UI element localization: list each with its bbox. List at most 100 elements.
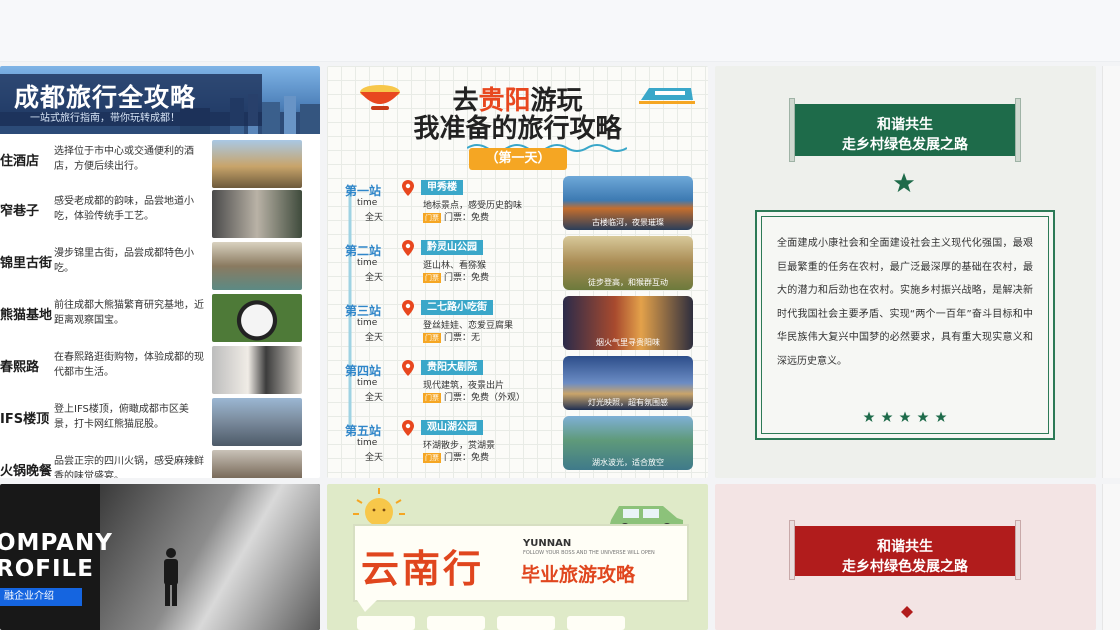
hero-banner: 成都旅行全攻略 一站式旅行指南，带你玩转成都！ bbox=[0, 66, 320, 134]
list-item: 住酒店 选择位于市中心或交通便利的酒店，方便后续出行。 bbox=[0, 140, 320, 196]
time-value: 全天 bbox=[365, 273, 384, 283]
shopping-street-photo bbox=[212, 346, 302, 394]
location-pin-icon bbox=[402, 360, 414, 376]
chip bbox=[357, 616, 415, 630]
page-title: 云南行 bbox=[361, 547, 485, 591]
time-label: time bbox=[357, 438, 378, 448]
english-title: YUNNAN bbox=[523, 538, 572, 549]
place-photo: 湖水波光，适合放空 bbox=[563, 416, 693, 470]
tagline: FOLLOW YOUR BOSS AND THE UNIVERSE WILL O… bbox=[523, 550, 655, 556]
speech-pointer bbox=[357, 600, 377, 612]
place-photo: 古楼临河，夜景璀璨 bbox=[563, 176, 693, 230]
time-label: time bbox=[357, 258, 378, 268]
item-name: 春熙路 bbox=[0, 360, 40, 375]
template-card-company-profile[interactable]: OMPANY ROFILE 融企业介绍 bbox=[0, 484, 320, 630]
time-value: 全天 bbox=[365, 393, 384, 403]
time-label: time bbox=[357, 378, 378, 388]
time-value: 全天 bbox=[365, 333, 384, 343]
template-card-chengdu[interactable]: 成都旅行全攻略 一站式旅行指南，带你玩转成都！ 住酒店 选择位于市中心或交通便利… bbox=[0, 66, 320, 478]
panda-photo bbox=[212, 294, 302, 342]
list-item: 锦里古街 漫步锦里古街，品尝成都特色小吃。 bbox=[0, 242, 320, 298]
template-card-yunnan[interactable]: 云南行 YUNNAN FOLLOW YOUR BOSS AND THE UNIV… bbox=[327, 484, 708, 630]
item-name: 锦里古街 bbox=[0, 256, 53, 271]
knot-icon bbox=[901, 606, 913, 618]
banner-title: 和谐共生 bbox=[877, 117, 933, 133]
sun-icon bbox=[353, 488, 405, 526]
headline-line1: OMPANY bbox=[0, 530, 113, 556]
photo-caption: 古楼临河，夜景璀璨 bbox=[592, 218, 664, 227]
title-banner: 和谐共生 走乡村绿色发展之路 bbox=[795, 104, 1015, 156]
item-name: 熊猫基地 bbox=[0, 308, 53, 323]
office-background-image bbox=[100, 484, 320, 630]
item-desc: 选择位于市中心或交通便利的酒店，方便后续出行。 bbox=[54, 146, 194, 172]
itinerary-stop: 第一站 time 全天 甲秀楼 地标景点，感受历史韵味 门票 门票：免费 古楼临河… bbox=[327, 176, 708, 242]
place-photo: 灯光映照，超有氛围感 bbox=[563, 356, 693, 410]
location-pin-icon bbox=[402, 300, 414, 316]
place-name: 观山湖公园 bbox=[421, 420, 483, 435]
chip bbox=[497, 616, 555, 630]
businessman-silhouette bbox=[164, 548, 178, 606]
place-name: 甲秀楼 bbox=[421, 180, 463, 195]
item-name: 窄巷子 bbox=[0, 204, 40, 219]
station-label: 第三站 bbox=[345, 304, 382, 318]
template-card-partial[interactable] bbox=[1102, 66, 1120, 478]
list-item: 火锅晚餐 品尝正宗的四川火锅，感受麻辣鲜香的味觉盛宴。 bbox=[0, 450, 320, 478]
list-item: IFS楼顶 登上IFS楼顶，俯瞰成都市区美景，打卡网红熊猫屁股。 bbox=[0, 398, 320, 454]
banner-title: 和谐共生 bbox=[877, 539, 933, 555]
itinerary-stop: 第四站 time 全天 贵阳大剧院 现代建筑，夜景出片 门票 门票：免费（外观） … bbox=[327, 356, 708, 422]
template-card-partial[interactable] bbox=[1102, 484, 1120, 630]
station-label: 第一站 bbox=[345, 184, 382, 198]
item-desc: 品尝正宗的四川火锅，感受麻辣鲜香的味觉盛宴。 bbox=[54, 456, 204, 478]
photo-caption: 灯光映照，超有氛围感 bbox=[588, 398, 668, 407]
chip bbox=[427, 616, 485, 630]
alley-photo bbox=[212, 190, 302, 238]
ifs-rooftop-photo bbox=[212, 398, 302, 446]
star-icon bbox=[863, 408, 875, 422]
scroll-rod-right bbox=[1015, 520, 1021, 580]
item-desc: 感受老成都的韵味，品尝地道小吃，体验传统手工艺。 bbox=[54, 196, 194, 222]
list-item: 春熙路 在春熙路逛街购物，体验成都的现代都市生活。 bbox=[0, 346, 320, 402]
item-desc: 登上IFS楼顶，俯瞰成都市区美景，打卡网红熊猫屁股。 bbox=[54, 404, 189, 430]
template-card-red-rural[interactable]: 和谐共生 走乡村绿色发展之路 bbox=[715, 484, 1096, 630]
item-name: IFS楼顶 bbox=[0, 412, 50, 427]
page-subtitle: 毕业旅游攻略 bbox=[521, 564, 636, 586]
body-text: 全面建成小康社会和全面建设社会主义现代化强国，最艰巨最繁重的任务在农村，最广泛最… bbox=[777, 238, 1033, 367]
fee-info: 门票 门票：免费 bbox=[423, 273, 490, 283]
location-pin-icon bbox=[402, 180, 414, 196]
subtitle-tag: 融企业介绍 bbox=[0, 588, 82, 606]
station-label: 第二站 bbox=[345, 244, 382, 258]
location-pin-icon bbox=[402, 420, 414, 436]
ancient-street-photo bbox=[212, 242, 302, 290]
place-name: 二七路小吃街 bbox=[421, 300, 493, 315]
place-photo: 烟火气里寻贵阳味 bbox=[563, 296, 693, 350]
station-label: 第四站 bbox=[345, 364, 382, 378]
station-label: 第五站 bbox=[345, 424, 382, 438]
top-toolbar bbox=[0, 0, 1120, 62]
time-value: 全天 bbox=[365, 213, 384, 223]
time-label: time bbox=[357, 198, 378, 208]
fee-info: 门票 门票：免费 bbox=[423, 453, 490, 463]
hotpot-photo bbox=[212, 450, 302, 478]
day-label: （第一天） bbox=[469, 148, 567, 170]
place-name: 贵阳大剧院 bbox=[421, 360, 483, 375]
itinerary-stop: 第五站 time 全天 观山湖公园 环湖散步，赏湖景 门票 门票：免费 湖水波光，… bbox=[327, 416, 708, 478]
place-photo: 徒步登高，和猴群互动 bbox=[563, 236, 693, 290]
location-pin-icon bbox=[402, 240, 414, 256]
template-card-guiyang[interactable]: 去贵阳游玩 我准备的旅行攻略 （第一天） 第一站 time 全天 甲秀楼 地标景… bbox=[327, 66, 708, 478]
list-item: 窄巷子 感受老成都的韵味，品尝地道小吃，体验传统手工艺。 bbox=[0, 190, 320, 246]
rating-stars bbox=[757, 408, 1053, 427]
star-icon bbox=[917, 408, 929, 422]
photo-caption: 烟火气里寻贵阳味 bbox=[596, 338, 660, 347]
text-frame: 全面建成小康社会和全面建设社会主义现代化强国，最艰巨最繁重的任务在农村，最广泛最… bbox=[755, 210, 1055, 440]
star-icon bbox=[881, 408, 893, 422]
template-card-green-rural[interactable]: 和谐共生 走乡村绿色发展之路 全面建成小康社会和全面建设社会主义现代化强国，最艰… bbox=[715, 66, 1096, 478]
page-subtitle: 一站式旅行指南，带你玩转成都！ bbox=[30, 113, 180, 124]
page-subtitle: 我准备的旅行攻略 bbox=[413, 114, 622, 144]
place-name: 黔灵山公园 bbox=[421, 240, 483, 255]
scroll-rod-right bbox=[1015, 98, 1021, 162]
list-item: 熊猫基地 前往成都大熊猫繁育研究基地，近距离观察国宝。 bbox=[0, 294, 320, 350]
itinerary-stop: 第二站 time 全天 黔灵山公园 逛山林、看猕猴 门票 门票：免费 徒步登高，和… bbox=[327, 236, 708, 302]
itinerary-stop: 第三站 time 全天 二七路小吃街 登丝娃娃、恋爱豆腐果 门票 门票：无 烟火气… bbox=[327, 296, 708, 362]
star-icon bbox=[899, 408, 911, 422]
item-desc: 前往成都大熊猫繁育研究基地，近距离观察国宝。 bbox=[54, 300, 204, 326]
